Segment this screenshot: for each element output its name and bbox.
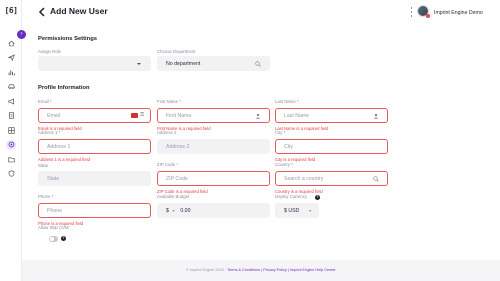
address2-placeholder: Address 2 <box>166 143 190 150</box>
zip-placeholder: ZIP Code <box>166 175 188 182</box>
state-placeholder: State <box>47 175 60 182</box>
add-user-form: Permissions Settings Assign Role Choose … <box>22 24 500 260</box>
phone-field[interactable]: Phone <box>38 203 151 218</box>
more-options-icon[interactable] <box>410 7 413 17</box>
phone-placeholder: Phone <box>47 207 63 214</box>
first-name-label: First Name * <box>157 99 181 104</box>
user-name[interactable]: Imprint Engine Demo <box>434 10 483 16</box>
currency-label: Deploy Currency <box>275 194 308 199</box>
sidebar-item-files[interactable] <box>0 152 22 167</box>
address2-field[interactable]: Address 2 <box>157 139 270 154</box>
page-title: Add New User <box>50 6 108 16</box>
skip-cvm-help-icon[interactable]: ? <box>61 236 66 241</box>
email-field[interactable]: Email ⚿ <box>38 108 151 123</box>
sidebar-nav <box>0 36 22 181</box>
address1-label: Address 1 * <box>38 130 61 135</box>
send-icon <box>7 54 15 62</box>
sidebar-item-send[interactable] <box>0 51 22 66</box>
last-name-field[interactable]: Last Name <box>275 108 388 123</box>
budget-value: 0.00 <box>180 207 191 214</box>
document-icon <box>8 112 14 119</box>
country-label: Country * <box>275 162 293 167</box>
search-icon <box>373 176 379 182</box>
city-label: City * <box>275 130 286 135</box>
assign-role-select[interactable] <box>38 56 151 71</box>
department-value: No department <box>166 60 201 67</box>
budget-field[interactable]: $ ▼ 0.00 <box>157 203 270 218</box>
key-icon: ⚿ <box>140 112 144 118</box>
country-field[interactable]: Search a country <box>275 171 388 186</box>
sidebar-item-users[interactable] <box>0 138 22 153</box>
permissions-section-title: Permissions Settings <box>38 36 97 42</box>
sidebar-item-documents[interactable] <box>0 109 22 124</box>
budget-currency: $ <box>166 207 169 214</box>
notification-badge <box>426 14 430 18</box>
sidebar-item-security[interactable] <box>0 167 22 182</box>
first-name-field[interactable]: First Name <box>157 108 270 123</box>
folder-icon <box>7 157 15 163</box>
sidebar-item-reports[interactable] <box>0 65 22 80</box>
chart-icon <box>8 70 15 76</box>
department-label: Choose Department <box>157 49 196 54</box>
person-icon <box>374 113 378 119</box>
footer: © Imprint Engine 2023 · Terms & Conditio… <box>22 260 500 281</box>
zip-field[interactable]: ZIP Code <box>157 171 270 186</box>
email-placeholder: Email <box>47 112 60 119</box>
profile-section-title: Profile Information <box>38 85 90 91</box>
sidebar-item-campaigns[interactable] <box>0 94 22 109</box>
address1-field[interactable]: Address 1 <box>38 139 151 154</box>
sidebar-item-vehicles[interactable] <box>0 80 22 95</box>
country-placeholder: Search a country <box>284 175 324 182</box>
app-logo[interactable]: [6] <box>4 4 18 16</box>
address1-error: Address 1 is a required field <box>38 157 90 162</box>
email-label: Email * <box>38 99 52 104</box>
chevron-down-icon: ▼ <box>171 208 176 213</box>
home-icon <box>7 40 15 47</box>
footer-links[interactable]: Terms & Conditions | Privacy Policy | Im… <box>227 268 336 272</box>
first-name-placeholder: First Name <box>166 112 192 119</box>
megaphone-icon <box>7 98 14 105</box>
budget-label: Available Budget <box>157 194 190 199</box>
sidebar-toggle-button[interactable]: › <box>17 30 26 39</box>
department-select[interactable]: No department <box>157 56 270 71</box>
skip-cvm-toggle[interactable] <box>49 236 58 242</box>
sidebar: [6] <box>0 0 22 281</box>
state-label: State <box>38 163 49 168</box>
currency-value: $ USD <box>284 207 300 214</box>
app-window: [6] › Add New User Imprint Engine Demo P… <box>0 0 500 281</box>
sidebar-item-apps[interactable] <box>0 123 22 138</box>
search-icon <box>255 61 261 67</box>
back-arrow-icon[interactable] <box>38 7 46 17</box>
address1-placeholder: Address 1 <box>47 143 71 150</box>
city-field[interactable]: City <box>275 139 388 154</box>
active-indicator <box>6 139 16 150</box>
chevron-down-icon <box>137 63 141 65</box>
phone-label: Phone * <box>38 194 54 199</box>
address2-label: Address 2 <box>157 130 177 135</box>
email-autofill-icon <box>131 113 138 118</box>
person-icon <box>256 113 260 119</box>
zip-label: ZIP Code * <box>157 162 178 167</box>
chevron-down-icon: ▼ <box>308 209 312 213</box>
chevron-right-icon: › <box>20 31 23 37</box>
currency-help-icon[interactable]: ? <box>315 195 320 200</box>
city-placeholder: City <box>284 143 293 150</box>
skip-cvm-label: Allow Skip CVM <box>38 225 69 230</box>
grid-icon <box>7 127 15 134</box>
user-settings-icon <box>8 141 14 148</box>
copyright-text: © Imprint Engine 2023 · <box>186 268 228 272</box>
car-icon <box>7 84 15 90</box>
top-header: Add New User Imprint Engine Demo <box>22 0 500 24</box>
last-name-label: Last Name * <box>275 99 299 104</box>
assign-role-label: Assign Role <box>38 49 61 54</box>
state-field[interactable]: State <box>38 171 151 186</box>
footer-text: © Imprint Engine 2023 · Terms & Conditio… <box>186 268 336 272</box>
last-name-placeholder: Last Name <box>284 112 310 119</box>
currency-select[interactable]: $ USD ▼ <box>275 203 319 218</box>
shield-icon <box>8 170 14 177</box>
